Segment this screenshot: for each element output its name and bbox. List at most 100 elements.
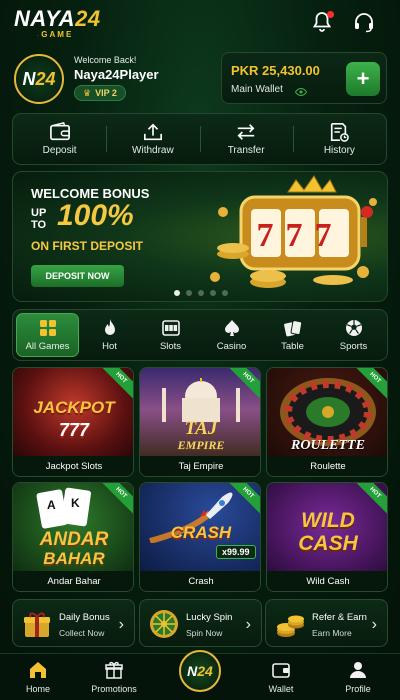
- game-card-andar-bahar[interactable]: A K ANDAR BAHAR HOT Andar Bahar: [12, 482, 134, 592]
- wallet-label: Main Wallet: [231, 84, 283, 95]
- carousel-dot[interactable]: [174, 290, 180, 296]
- promo-sub: Spin Now: [186, 628, 223, 638]
- game-art-title: CRASH: [170, 523, 232, 542]
- carousel-dot[interactable]: [186, 290, 192, 296]
- history-icon: [331, 123, 350, 142]
- avatar-number: 24: [35, 68, 56, 89]
- deposit-now-button[interactable]: DEPOSIT NOW: [31, 265, 124, 287]
- username: Naya24Player: [74, 67, 159, 82]
- nav-center-logo-button[interactable]: N 24: [179, 650, 221, 692]
- notification-dot: [327, 11, 334, 18]
- tab-label: Casino: [216, 341, 247, 352]
- brand-number: 24: [75, 6, 101, 31]
- transfer-icon: [237, 124, 255, 140]
- nav-profile[interactable]: Profile: [328, 660, 388, 694]
- tab-label: Sports: [339, 341, 368, 352]
- game-art-sub: EMPIRE: [177, 438, 225, 452]
- upload-icon: [143, 123, 162, 141]
- support-headset-icon[interactable]: [352, 10, 378, 36]
- user-icon: [350, 662, 366, 678]
- withdraw-label: Withdraw: [132, 145, 174, 156]
- flame-icon: [104, 319, 115, 335]
- banner-subtitle: ON FIRST DEPOSIT: [31, 239, 144, 253]
- wheel-icon: [150, 610, 178, 638]
- promo-sub: Collect Now: [59, 628, 105, 638]
- game-name: Andar Bahar: [13, 571, 133, 591]
- history-button[interactable]: History: [292, 114, 386, 164]
- multiplier-badge: x99.99: [216, 545, 256, 559]
- carousel-dot[interactable]: [198, 290, 204, 296]
- nav-label: Wallet: [268, 684, 294, 694]
- category-tabs: All Games Hot Slots Casino Table Sports: [12, 309, 388, 361]
- nav-promotions[interactable]: Promotions: [84, 660, 144, 694]
- coins-icon: [277, 615, 304, 637]
- soccer-ball-icon: [345, 320, 362, 336]
- tab-hot[interactable]: Hot: [79, 313, 140, 357]
- game-name: Jackpot Slots: [13, 456, 133, 476]
- brand-name: NAYA: [14, 6, 76, 31]
- game-card-jackpot-slots[interactable]: JACKPOT 777 HOT Jackpot Slots: [12, 367, 134, 477]
- gift-icon: [24, 612, 50, 637]
- brand-sub: GAME: [38, 30, 77, 39]
- tab-all-games[interactable]: All Games: [16, 313, 79, 357]
- game-art-sub: BAHAR: [43, 549, 105, 568]
- vip-badge: ♛ VIP 2: [74, 85, 126, 101]
- deposit-label: Deposit: [42, 145, 77, 156]
- wallet-card: PKR 25,430.00 Main Wallet +: [221, 52, 387, 104]
- game-card-wild-cash[interactable]: WILD CASH HOT Wild Cash: [266, 482, 388, 592]
- wallet-icon: [272, 663, 290, 678]
- center-logo-letter: N: [187, 663, 198, 679]
- nav-home[interactable]: Home: [8, 660, 68, 694]
- tab-sports[interactable]: Sports: [323, 313, 384, 357]
- carousel-dot[interactable]: [222, 290, 228, 296]
- game-art-title: ROULETTE: [291, 438, 365, 453]
- promo-title: Lucky Spin: [186, 612, 233, 623]
- bell-icon[interactable]: [310, 10, 336, 36]
- tab-slots[interactable]: Slots: [140, 313, 201, 357]
- vip-label: VIP 2: [95, 88, 117, 98]
- top-header: NAYA24 ★★★ ★★★ GAME: [0, 0, 400, 48]
- grid-icon: [39, 320, 56, 336]
- nav-wallet[interactable]: Wallet: [251, 660, 311, 694]
- nav-label: Home: [25, 684, 50, 694]
- promo-sub: Earn More: [312, 628, 352, 638]
- quick-actions: Deposit Withdraw Transfer History: [12, 113, 387, 165]
- chevron-right-icon: ›: [245, 616, 251, 633]
- app-screen: NAYA24 ★★★ ★★★ GAME N24 Welcome Back! Na…: [0, 0, 400, 700]
- wallet-icon: [49, 122, 70, 141]
- deposit-button[interactable]: Deposit: [13, 114, 106, 164]
- daily-bonus-card[interactable]: Daily Bonus Collect Now ›: [12, 599, 135, 647]
- game-card-taj-empire[interactable]: TAJ EMPIRE HOT Taj Empire: [139, 367, 261, 477]
- game-art-sub: 777: [58, 420, 90, 440]
- game-art-title: WILD: [301, 509, 355, 532]
- game-art-title: TAJ: [184, 418, 218, 439]
- add-funds-button[interactable]: +: [346, 62, 380, 96]
- banner-up-to: UP TO: [31, 207, 47, 231]
- svg-text:K: K: [71, 496, 80, 510]
- nav-label: Promotions: [91, 684, 137, 694]
- tab-table[interactable]: Table: [262, 313, 323, 357]
- carousel-dot[interactable]: [210, 290, 216, 296]
- transfer-button[interactable]: Transfer: [199, 114, 293, 164]
- wallet-balance: PKR 25,430.00: [231, 63, 320, 78]
- avatar-letter: N: [22, 68, 36, 89]
- game-name: Crash: [140, 571, 260, 591]
- eye-icon[interactable]: [294, 84, 308, 97]
- center-logo-number: 24: [197, 663, 213, 679]
- history-label: History: [323, 145, 355, 156]
- tab-label: Hot: [102, 341, 117, 352]
- brand-logo[interactable]: NAYA24 ★★★ ★★★ GAME: [14, 6, 101, 41]
- tab-label: All Games: [25, 341, 70, 352]
- nav-label: Profile: [345, 684, 371, 694]
- promo-banner[interactable]: 777 WELCOME BONUS UP TO 100% ON FIRST DE…: [12, 171, 388, 302]
- avatar[interactable]: N 24: [14, 54, 64, 104]
- promo-title: Daily Bonus: [59, 612, 110, 623]
- tab-casino[interactable]: Casino: [201, 313, 262, 357]
- withdraw-button[interactable]: Withdraw: [106, 114, 199, 164]
- refer-earn-card[interactable]: Refer & Earn Earn More ›: [265, 599, 388, 647]
- transfer-label: Transfer: [227, 145, 265, 156]
- lucky-spin-card[interactable]: Lucky Spin Spin Now ›: [139, 599, 262, 647]
- crown-icon: ♛: [83, 87, 92, 98]
- game-card-roulette[interactable]: ROULETTE HOT Roulette: [266, 367, 388, 477]
- game-card-crash[interactable]: CRASH x99.99 HOT Crash: [139, 482, 261, 592]
